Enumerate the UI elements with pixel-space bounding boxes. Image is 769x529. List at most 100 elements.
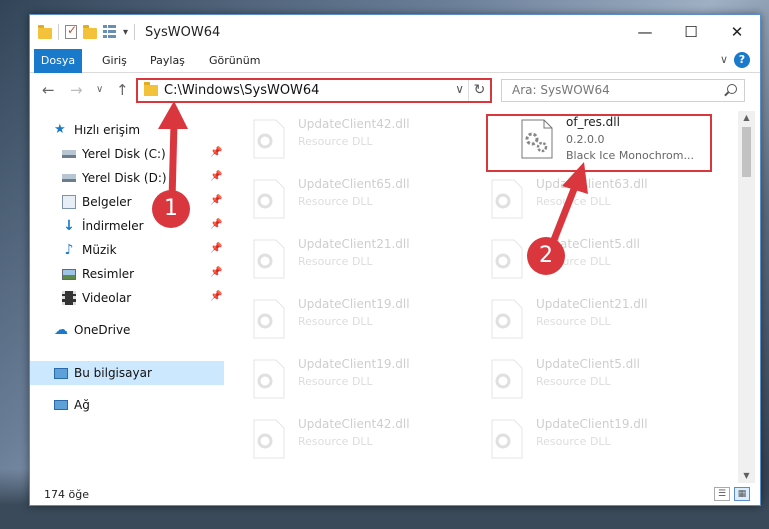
file-name: UpdateClient65.dll — [298, 177, 410, 191]
sidebar-item-downloads[interactable]: ↓ İndirmeler — [62, 215, 144, 237]
item-count: 174 öğe — [44, 488, 89, 501]
up-button[interactable]: ↑ — [116, 81, 129, 99]
view-switcher: ☰ ▦ — [714, 487, 750, 501]
dll-file-icon — [253, 419, 285, 459]
sidebar-item-label: OneDrive — [74, 323, 131, 337]
close-button[interactable]: ✕ — [714, 15, 760, 49]
file-type: Resource DLL — [536, 435, 611, 448]
pin-icon: 📌 — [210, 219, 223, 230]
status-bar: 174 öğe ☰ ▦ — [30, 483, 760, 505]
annotation-badge-1: 1 — [152, 190, 190, 228]
sidebar-item-network[interactable]: Ağ — [54, 394, 90, 416]
file-item[interactable]: UpdateClient5.dll Resource DLL — [468, 355, 688, 405]
tab-share[interactable]: Paylaş — [140, 49, 195, 73]
address-dropdown-chevron-icon[interactable]: ∨ — [455, 82, 464, 96]
sidebar-item-videos[interactable]: Videolar — [62, 287, 131, 309]
new-folder-icon[interactable] — [83, 24, 97, 39]
sidebar-item-quick-access[interactable]: ★ Hızlı erişim — [54, 119, 140, 141]
refresh-button[interactable]: ↻ — [468, 80, 490, 101]
large-icons-view-icon[interactable]: ▦ — [734, 487, 750, 501]
scroll-down-arrow-icon[interactable]: ▼ — [738, 469, 755, 483]
file-item[interactable]: UpdateClient65.dll Resource DLL — [230, 175, 450, 225]
navigation-bar: ← → ∨ ↑ C:\Windows\SysWOW64 ∨ ↻ Ara: Sys… — [30, 75, 760, 107]
details-view-icon[interactable]: ☰ — [714, 487, 730, 501]
cloud-icon: ☁ — [54, 322, 68, 338]
pin-icon: 📌 — [210, 243, 223, 254]
file-name: UpdateClient19.dll — [298, 357, 410, 371]
dll-file-icon — [253, 359, 285, 399]
dll-file-icon — [491, 299, 523, 339]
file-item[interactable]: UpdateClient21.dll Resource DLL — [230, 235, 450, 285]
file-type: Resource DLL — [298, 435, 373, 448]
file-name: UpdateClient21.dll — [536, 297, 648, 311]
back-button[interactable]: ← — [42, 81, 55, 99]
pin-icon: 📌 — [210, 147, 223, 158]
help-icon[interactable]: ? — [734, 52, 750, 68]
file-item[interactable]: UpdateClient19.dll Resource DLL — [230, 295, 450, 345]
sidebar-item-label: Resimler — [82, 267, 135, 281]
dll-file-icon — [491, 359, 523, 399]
search-icon — [727, 84, 737, 94]
forward-button[interactable]: → — [70, 81, 83, 99]
window-title: SysWOW64 — [145, 24, 221, 40]
scroll-up-arrow-icon[interactable]: ▲ — [738, 111, 755, 125]
sidebar-item-music[interactable]: ♪ Müzik — [62, 239, 117, 261]
title-bar: ▾ SysWOW64 — ☐ ✕ — [30, 15, 760, 49]
drive-icon — [62, 150, 76, 158]
dll-file-icon — [253, 239, 285, 279]
file-type: Resource DLL — [298, 315, 373, 328]
file-item[interactable]: UpdateClient19.dll Resource DLL — [468, 415, 688, 465]
search-input[interactable]: Ara: SysWOW64 — [501, 79, 745, 102]
file-name: UpdateClient19.dll — [536, 417, 648, 431]
dll-file-icon — [253, 299, 285, 339]
sidebar-item-label: Bu bilgisayar — [74, 366, 152, 380]
properties-list-icon[interactable] — [103, 25, 117, 39]
dll-file-icon — [491, 419, 523, 459]
tab-file[interactable]: Dosya — [34, 49, 82, 73]
music-icon: ♪ — [64, 242, 74, 258]
recent-locations-chevron-icon[interactable]: ∨ — [96, 84, 103, 95]
pin-icon: 📌 — [210, 171, 223, 182]
file-item[interactable]: UpdateClient42.dll Resource DLL — [230, 115, 450, 165]
file-item[interactable]: UpdateClient19.dll Resource DLL — [230, 355, 450, 405]
file-item[interactable]: UpdateClient42.dll Resource DLL — [230, 415, 450, 465]
toolbar-divider — [134, 24, 136, 40]
window-controls: — ☐ ✕ — [622, 15, 760, 49]
folder-icon — [38, 24, 52, 39]
tab-view[interactable]: Görünüm — [199, 49, 270, 73]
ribbon-expand-chevron-icon[interactable]: ∨ — [720, 53, 728, 66]
star-icon: ★ — [54, 122, 66, 137]
pin-icon: 📌 — [210, 291, 223, 302]
file-type: Resource DLL — [536, 315, 611, 328]
dll-file-icon — [253, 179, 285, 219]
sidebar-item-label: Hızlı erişim — [74, 123, 141, 137]
sidebar-item-onedrive[interactable]: ☁ OneDrive — [54, 319, 130, 341]
tab-home[interactable]: Giriş — [92, 49, 137, 73]
sidebar-item-label: Müzik — [82, 243, 117, 257]
sidebar-item-documents[interactable]: Belgeler — [62, 191, 132, 213]
vertical-scrollbar[interactable]: ▲ ▼ — [738, 111, 755, 483]
search-placeholder: Ara: SysWOW64 — [512, 83, 610, 97]
file-name: UpdateClient42.dll — [298, 117, 410, 131]
sidebar-item-this-pc[interactable]: Bu bilgisayar — [54, 362, 152, 384]
maximize-button[interactable]: ☐ — [668, 15, 714, 49]
sidebar-item-pictures[interactable]: Resimler — [62, 263, 134, 285]
file-type: Resource DLL — [298, 375, 373, 388]
scroll-thumb[interactable] — [742, 127, 751, 177]
file-type: Resource DLL — [298, 255, 373, 268]
sidebar-item-label: İndirmeler — [82, 219, 144, 233]
dll-file-icon — [491, 179, 523, 219]
annotation-badge-2: 2 — [527, 237, 565, 275]
file-item[interactable]: UpdateClient21.dll Resource DLL — [468, 295, 688, 345]
dll-file-icon — [253, 119, 285, 159]
dll-file-icon — [491, 239, 523, 279]
file-explorer-window: ▾ SysWOW64 — ☐ ✕ Dosya Giriş Paylaş Görü… — [29, 14, 761, 506]
drive-icon — [62, 174, 76, 182]
documents-icon — [62, 195, 76, 209]
file-name: UpdateClient19.dll — [298, 297, 410, 311]
customize-toolbar-chevron-icon[interactable]: ▾ — [123, 27, 128, 38]
file-type: Resource DLL — [298, 195, 373, 208]
properties-check-icon[interactable] — [65, 23, 77, 39]
minimize-button[interactable]: — — [622, 15, 668, 49]
file-type: Resource DLL — [298, 135, 373, 148]
